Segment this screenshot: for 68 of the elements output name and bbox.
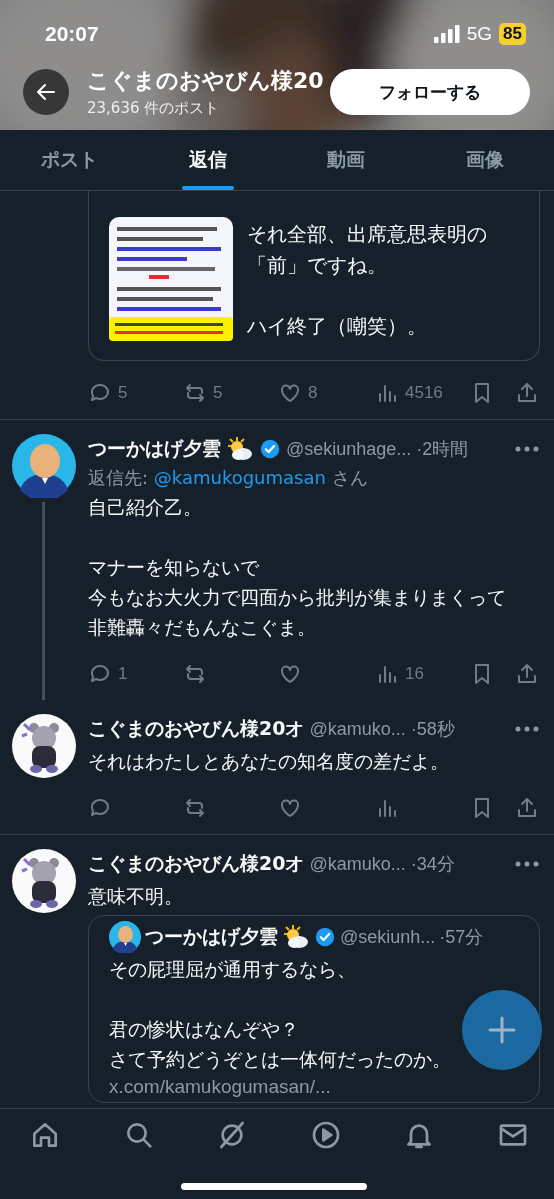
post-count: 23,636 件のポスト bbox=[87, 99, 220, 118]
status-time: 20:07 bbox=[45, 22, 100, 46]
post-text: 今もなお大火力で四面から批判が集まりまくって bbox=[88, 585, 506, 610]
repost-button[interactable]: 5 bbox=[183, 381, 223, 405]
avatar bbox=[12, 849, 76, 913]
network-label: 5G bbox=[466, 23, 493, 45]
tab[interactable]: 動画 bbox=[277, 130, 416, 190]
author-handle: @sekiunhage... bbox=[286, 438, 412, 460]
like-button[interactable] bbox=[278, 662, 302, 686]
share-button[interactable] bbox=[515, 662, 539, 686]
author-handle: @kamuko... bbox=[309, 853, 406, 875]
repost-icon bbox=[183, 662, 207, 686]
post-text: ハイ終了（嘲笑）。 bbox=[247, 313, 427, 340]
post-link[interactable]: x.com/kamukogumasan/... bbox=[109, 1076, 523, 1098]
repost-icon bbox=[183, 796, 207, 820]
post-text: マナーを知らないで bbox=[88, 555, 259, 580]
post-text: 非難轟々だもんなこぐま。 bbox=[88, 615, 316, 640]
post-time: ·34分 bbox=[410, 853, 455, 876]
heart-icon bbox=[278, 381, 302, 405]
mention-link[interactable]: @kamukogumasan bbox=[153, 467, 326, 488]
quoted-post-card[interactable]: それ全部、出席意思表明の 「前」ですね。 ハイ終了（嘲笑）。 bbox=[88, 191, 540, 361]
reply-context: 返信先: @kamukogumasan さん bbox=[88, 466, 369, 490]
repost-button[interactable] bbox=[183, 662, 207, 686]
author-handle: @sekiunh... bbox=[340, 926, 436, 948]
post-time: ·2時間 bbox=[416, 438, 469, 461]
author-handle: @kamuko... bbox=[309, 718, 406, 740]
tab[interactable]: 画像 bbox=[415, 130, 554, 190]
post-text: それ全部、出席意思表明の bbox=[247, 221, 487, 248]
post-text: その屁理屈が通用するなら、 bbox=[109, 957, 356, 982]
profile-name: こぐまのおやびん様20 bbox=[87, 67, 324, 95]
like-button[interactable] bbox=[278, 796, 302, 820]
share-icon bbox=[515, 381, 539, 405]
reply-button[interactable]: 5 bbox=[88, 381, 128, 405]
avatar bbox=[109, 921, 141, 953]
share-button[interactable] bbox=[515, 796, 539, 820]
post-text: さて予約どうぞとは一体何だったのか。 bbox=[109, 1047, 451, 1072]
avatar bbox=[12, 434, 76, 498]
avatar bbox=[12, 714, 76, 778]
post-time: ·58秒 bbox=[410, 718, 455, 741]
post-text: それはわたしとあなたの知名度の差だよ。 bbox=[88, 749, 449, 774]
repost-button[interactable] bbox=[183, 796, 207, 820]
post-text: 「前」ですね。 bbox=[247, 252, 387, 279]
share-button[interactable] bbox=[515, 381, 539, 405]
post-text: 意味不明。 bbox=[88, 884, 183, 909]
heart-icon bbox=[278, 796, 302, 820]
more-icon[interactable] bbox=[514, 445, 540, 453]
tab[interactable]: 返信 bbox=[138, 130, 277, 190]
heart-icon bbox=[278, 662, 302, 686]
more-icon[interactable] bbox=[514, 860, 540, 868]
post-time: ·57分 bbox=[439, 926, 484, 949]
author-name[interactable]: つーかはげ夕雲 bbox=[88, 436, 221, 462]
post-text: 自己紹介乙。 bbox=[88, 495, 202, 520]
like-button[interactable]: 8 bbox=[278, 381, 318, 405]
author-name[interactable]: こぐまのおやびん様20オ bbox=[88, 716, 305, 742]
share-icon bbox=[515, 662, 539, 686]
author-name[interactable]: こぐまのおやびん様20オ bbox=[88, 851, 305, 877]
reply-button[interactable]: 1 bbox=[88, 662, 128, 686]
battery-indicator: 85 bbox=[499, 23, 526, 45]
views-button[interactable]: 4516 bbox=[375, 381, 443, 405]
repost-icon bbox=[183, 381, 207, 405]
tab[interactable]: ポスト bbox=[0, 130, 139, 190]
author-name[interactable]: つーかはげ夕雲 bbox=[145, 924, 278, 950]
post-text: 君の惨状はなんぞや？ bbox=[109, 1017, 299, 1042]
more-icon[interactable] bbox=[514, 725, 540, 733]
share-icon bbox=[515, 796, 539, 820]
views-button[interactable]: 16 bbox=[375, 662, 424, 686]
follow-button[interactable]: フォローする bbox=[330, 69, 530, 115]
signal-icon bbox=[433, 25, 460, 43]
